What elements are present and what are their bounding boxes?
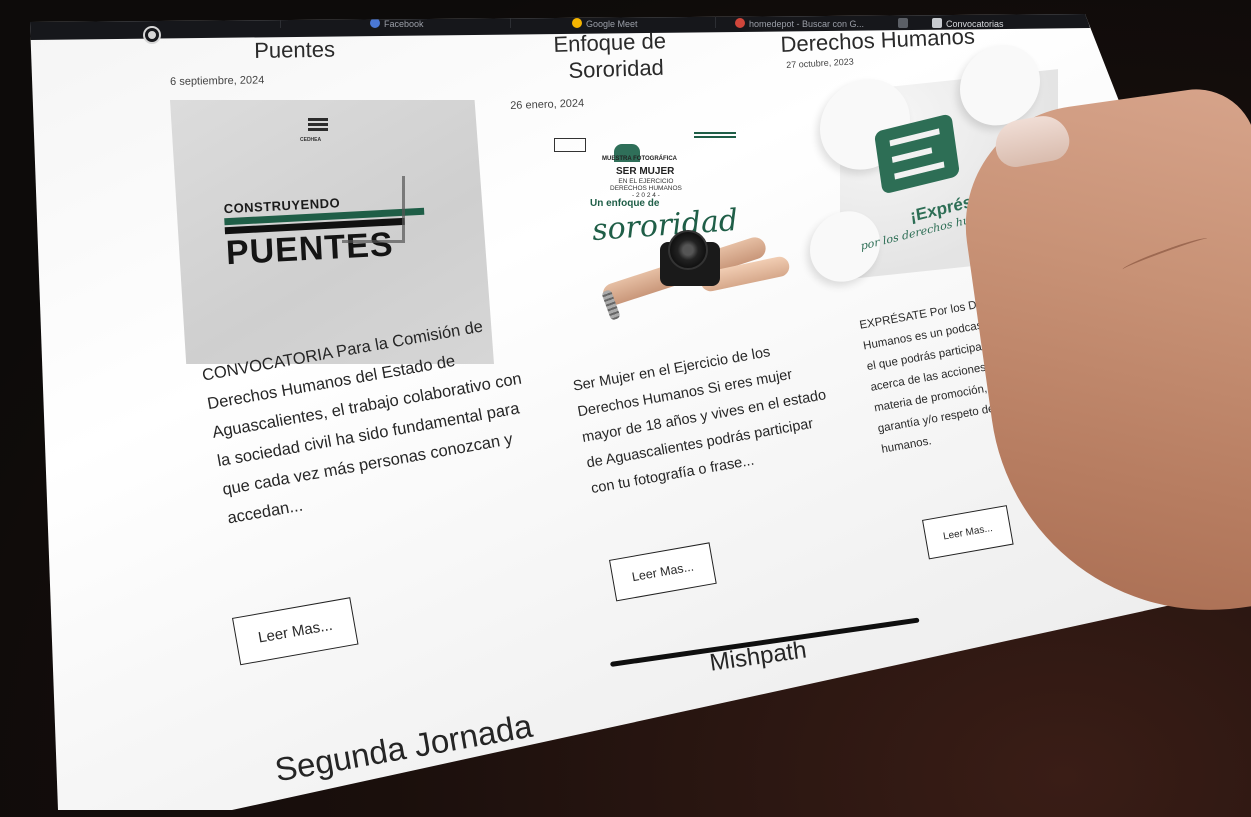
tab-homedepot-search[interactable]: homedepot - Buscar con G... [735, 18, 864, 29]
card-image-ser-mujer[interactable]: MUESTRA FOTOGRÁFICA SER MUJER EN EL EJER… [540, 112, 792, 352]
camera-lens [668, 230, 708, 270]
decorative-frame [342, 176, 405, 243]
facebook-icon [370, 18, 380, 28]
sponsor-logo [554, 138, 586, 152]
card-date: 27 octubre, 2023 [786, 56, 854, 70]
google-meet-icon [572, 18, 582, 28]
image-kicker: MUESTRA FOTOGRÁFICA [602, 156, 677, 162]
sponsor-logo [694, 132, 736, 140]
brand-label: CEDHEA [300, 137, 322, 143]
read-more-button[interactable]: Leer Mas... [609, 542, 717, 602]
card-title-line1[interactable]: Enfoque de [553, 28, 666, 58]
read-more-button[interactable]: Leer Mas... [232, 597, 359, 666]
card-date: 26 enero, 2024 [510, 97, 585, 112]
browser-menu-icon[interactable] [145, 28, 159, 42]
image-main-text: SER MUJER [616, 166, 675, 177]
tab-google-meet[interactable]: Google Meet [572, 18, 638, 29]
image-tagline: Un enfoque de [590, 198, 660, 209]
card-title[interactable]: Puentes [254, 37, 335, 64]
card-date: 6 septiembre, 2024 [170, 74, 265, 88]
read-more-button[interactable]: Leer Mas... [922, 505, 1014, 560]
cedhea-logo [308, 118, 328, 133]
google-icon [735, 18, 745, 28]
tab-facebook[interactable]: Facebook [370, 18, 424, 29]
card-title-line2[interactable]: Sororidad [568, 55, 664, 84]
decorative-blob [960, 40, 1040, 130]
image-subtext: EN EL EJERCICIO DERECHOS HUMANOS - 2 0 2… [610, 178, 682, 199]
card-excerpt: Ser Mujer en el Ejercicio de los Derecho… [571, 344, 828, 498]
